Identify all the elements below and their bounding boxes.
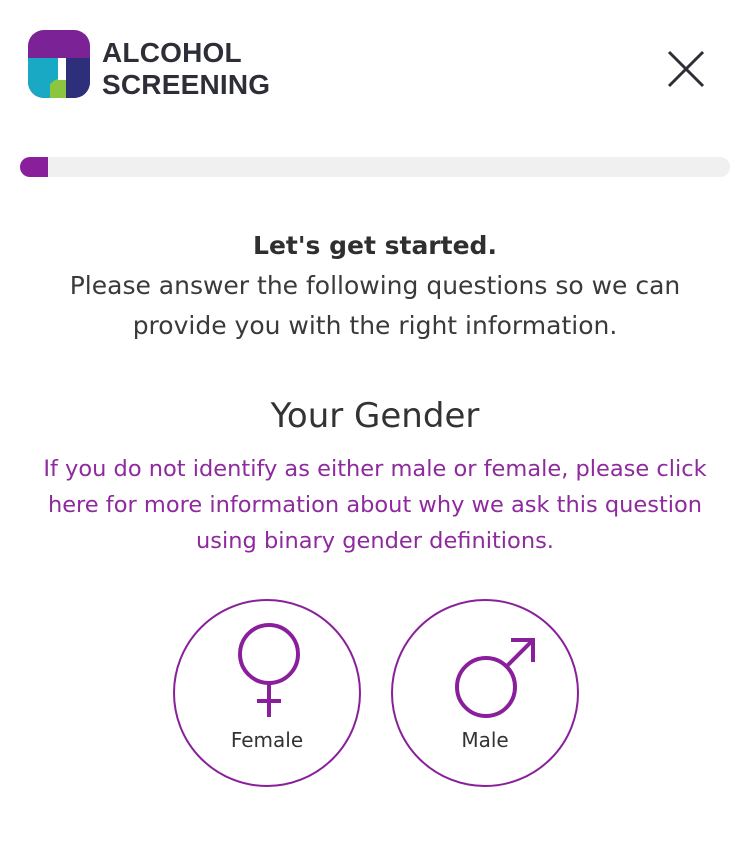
intro-title: Let's get started. <box>253 231 497 260</box>
progress-fill <box>20 157 49 177</box>
female-symbol-icon <box>238 623 300 717</box>
brand-line-1: ALCOHOL <box>102 37 242 68</box>
intro-text: Please answer the following questions so… <box>69 271 681 340</box>
male-symbol-icon <box>455 638 535 718</box>
progress-bar <box>20 157 730 177</box>
close-button[interactable] <box>664 47 708 91</box>
alcohol-screening-logo <box>28 30 90 98</box>
screening-page: ALCOHOL SCREENING Let's get started. Ple… <box>0 0 750 858</box>
gender-question-title: Your Gender <box>270 396 480 436</box>
intro-section: Let's get started. Please answer the fol… <box>0 228 750 346</box>
female-option-label: Female <box>230 728 304 752</box>
male-option-label: Male <box>461 728 509 752</box>
brand-line-2: SCREENING <box>102 69 271 100</box>
close-icon <box>667 50 705 88</box>
male-option-button[interactable]: Male <box>391 599 579 787</box>
female-option-button[interactable]: Female <box>173 599 361 787</box>
brand-title: ALCOHOL SCREENING <box>102 37 270 101</box>
gender-info-link[interactable]: If you do not identify as either male or… <box>40 451 710 559</box>
